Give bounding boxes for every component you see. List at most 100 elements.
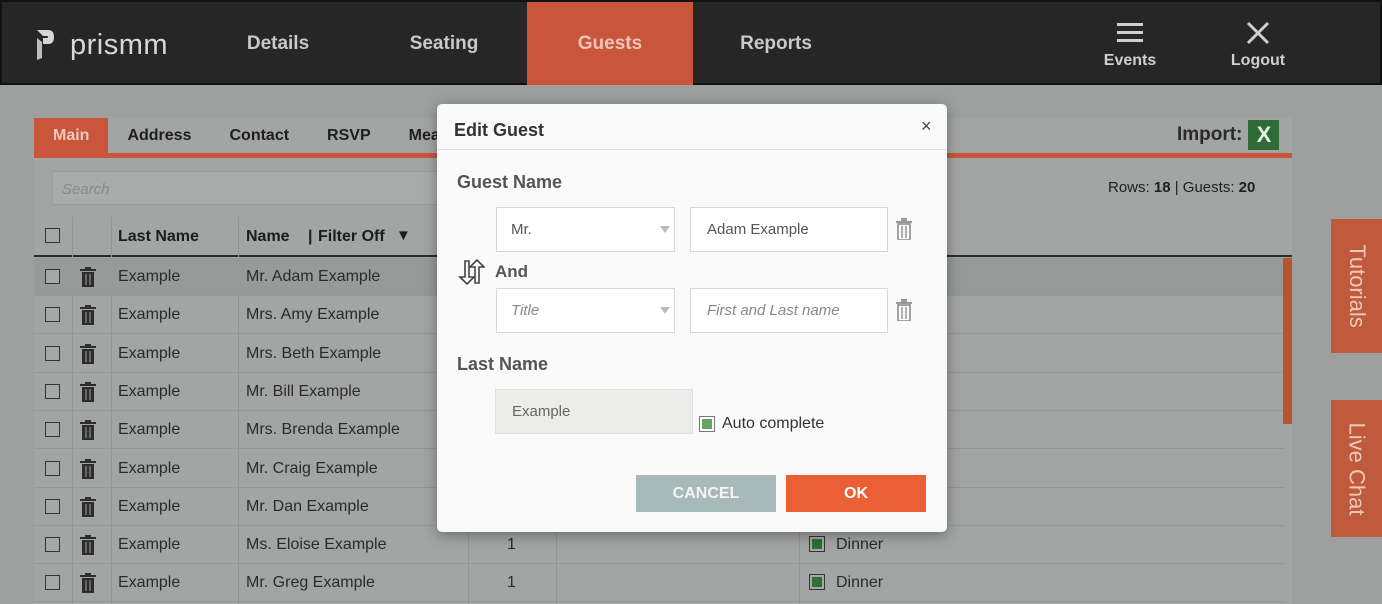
swap-icon[interactable] [457, 259, 485, 285]
top-nav: prismm Details Seating Guests Reports Ev… [0, 0, 1382, 85]
edit-guest-dialog: Edit Guest × Guest Name Mr. Adam Example… [437, 104, 947, 532]
live-chat-tab[interactable]: Live Chat [1331, 400, 1382, 537]
table-scrollbar[interactable] [1283, 258, 1292, 424]
dialog-title: Edit Guest [454, 120, 545, 140]
auto-complete-label: Auto complete [722, 415, 825, 432]
trash-icon[interactable] [80, 573, 96, 593]
trash-icon[interactable] [80, 535, 96, 555]
cell-name: Mrs. Beth Example [246, 345, 382, 362]
table-row[interactable]: Example Mr. Greg Example 1 Dinner [34, 564, 1284, 602]
row-checkbox[interactable] [45, 346, 60, 361]
cell-name: Mr. Greg Example [246, 574, 375, 591]
and-label: And [495, 262, 529, 281]
cell-name: Mrs. Amy Example [246, 306, 380, 323]
logout-button[interactable]: Logout [1218, 20, 1298, 70]
ok-button[interactable]: OK [786, 475, 926, 512]
tutorials-tab[interactable]: Tutorials [1331, 219, 1382, 353]
header-last-name[interactable]: Last Name [118, 228, 199, 246]
close-icon [1246, 21, 1270, 45]
row-checkbox[interactable] [45, 422, 60, 437]
guest-name-field-1-value: Adam Example [707, 221, 809, 238]
guest-name-field-1[interactable]: Adam Example [690, 207, 888, 252]
cell-last-name: Example [118, 345, 181, 362]
live-chat-label: Live Chat [1344, 422, 1370, 515]
sub-tabs: Main Address Contact RSVP Mea [34, 118, 459, 154]
trash-icon[interactable] [80, 344, 96, 364]
trash-icon[interactable] [895, 299, 913, 321]
and-row: And [457, 259, 528, 285]
cell-name: Mr. Bill Example [246, 383, 361, 400]
row-checkbox[interactable] [45, 537, 60, 552]
close-icon[interactable]: × [921, 116, 932, 137]
subtab-contact[interactable]: Contact [210, 118, 308, 154]
guest-name-field-2[interactable]: First and Last name [690, 288, 888, 333]
subtab-address[interactable]: Address [108, 118, 210, 154]
title-select-2[interactable]: Title [496, 288, 675, 333]
logo-mark-icon [37, 30, 54, 60]
filter-dropdown-icon[interactable]: ▼ [396, 227, 411, 244]
row-checkbox[interactable] [45, 307, 60, 322]
nav-tab-guests[interactable]: Guests [527, 2, 693, 85]
row-checkbox[interactable] [45, 575, 60, 590]
trash-icon[interactable] [895, 218, 913, 240]
cell-name: Mr. Adam Example [246, 268, 381, 285]
cell-name: Ms. Eloise Example [246, 536, 387, 553]
rows-guests-count: Rows: 18 | Guests: 20 [1108, 179, 1255, 196]
guests-count: 20 [1238, 179, 1256, 196]
logout-label: Logout [1230, 52, 1286, 69]
cell-last-name: Example [118, 460, 181, 477]
header-name[interactable]: Name [246, 228, 290, 246]
tutorials-label: Tutorials [1344, 244, 1370, 328]
trash-icon[interactable] [80, 497, 96, 517]
import-control: Import: X [1177, 120, 1280, 150]
subtab-rsvp[interactable]: RSVP [308, 118, 390, 154]
search-input[interactable]: Search [52, 171, 452, 205]
auto-complete-checkbox[interactable]: Auto complete [699, 415, 824, 433]
checkbox-checked-icon [699, 416, 715, 432]
count-separator: | [1174, 179, 1179, 196]
subtab-main[interactable]: Main [34, 118, 109, 154]
title-select-2-placeholder: Title [511, 302, 540, 319]
row-checkbox[interactable] [45, 384, 60, 399]
title-select-1[interactable]: Mr. [496, 207, 675, 252]
trash-icon[interactable] [80, 420, 96, 440]
filter-toggle[interactable]: Filter Off [318, 228, 385, 246]
trash-icon[interactable] [80, 267, 96, 287]
cell-last-name: Example [118, 268, 181, 285]
events-button[interactable]: Events [1090, 20, 1170, 70]
header-filter-sep: | [308, 228, 313, 245]
row-checkbox[interactable] [45, 461, 60, 476]
cell-last-name: Example [118, 536, 181, 553]
cell-name: Mr. Dan Example [246, 498, 369, 515]
import-label: Import: [1177, 124, 1243, 145]
chevron-down-icon [660, 226, 670, 233]
rows-label: Rows: [1108, 179, 1150, 196]
chevron-down-icon [660, 307, 670, 314]
guests-label: Guests: [1182, 179, 1235, 196]
trash-icon[interactable] [80, 459, 96, 479]
row-checkbox[interactable] [45, 499, 60, 514]
nav-tab-seating[interactable]: Seating [361, 2, 527, 85]
cell-meal: Dinner [836, 574, 884, 591]
title-select-1-value: Mr. [511, 221, 532, 238]
dialog-header: Edit Guest × [437, 104, 947, 150]
select-all-checkbox[interactable] [45, 228, 60, 243]
prismm-logo[interactable]: prismm [34, 28, 168, 62]
search-placeholder: Search [62, 181, 110, 198]
cell-name: Mrs. Brenda Example [246, 421, 400, 438]
nav-tab-details[interactable]: Details [195, 2, 361, 85]
cancel-button[interactable]: CANCEL [636, 475, 776, 512]
cell-last-name: Example [118, 498, 181, 515]
last-name-label: Last Name [457, 354, 549, 374]
meal-checkbox[interactable] [809, 574, 825, 590]
trash-icon[interactable] [80, 382, 96, 402]
trash-icon[interactable] [80, 305, 96, 325]
meal-checkbox[interactable] [809, 536, 825, 552]
excel-import-icon[interactable]: X [1248, 120, 1280, 150]
last-name-field[interactable]: Example [495, 389, 693, 434]
cell-last-name: Example [118, 306, 181, 323]
nav-tab-reports[interactable]: Reports [693, 2, 859, 85]
events-label: Events [1103, 52, 1157, 69]
cell-guest-count: 1 [507, 574, 516, 591]
row-checkbox[interactable] [45, 269, 60, 284]
